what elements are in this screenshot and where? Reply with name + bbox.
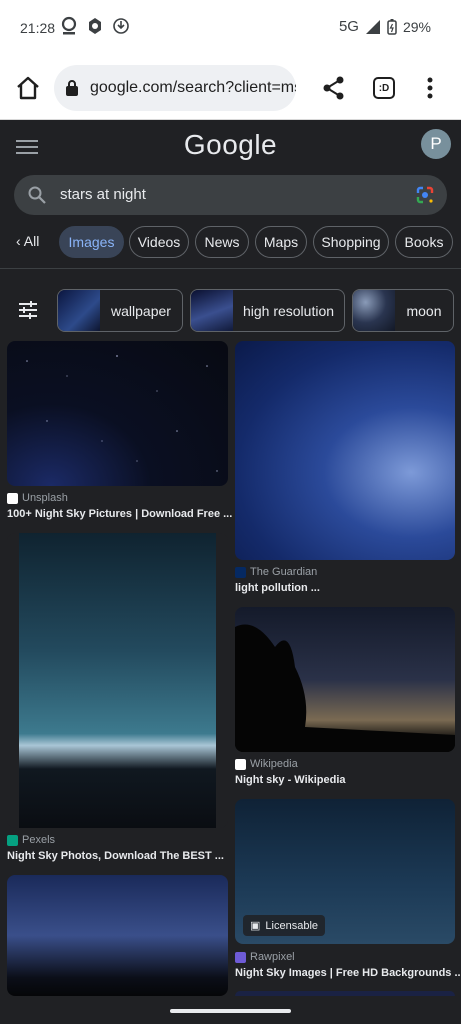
result-source-guardian: The Guardian xyxy=(235,566,317,578)
search-query[interactable]: stars at night xyxy=(60,186,146,203)
search-icon xyxy=(28,186,46,204)
stars-pattern xyxy=(26,355,218,472)
wikipedia-favicon xyxy=(235,758,246,770)
related-label: high resolution xyxy=(242,302,335,319)
result-source-rawpixel: Rawpixel xyxy=(235,951,295,963)
result-title-guardian[interactable]: light pollution ... xyxy=(235,582,320,594)
image-icon: ▣ xyxy=(250,920,261,932)
browser-toolbar: google.com/search?client=ms :D xyxy=(0,56,461,120)
gesture-navigation-bar xyxy=(0,996,461,1024)
brightness-icon xyxy=(89,18,101,34)
related-label: moon xyxy=(406,302,442,319)
unsplash-favicon xyxy=(7,492,18,504)
source-name: Unsplash xyxy=(22,492,68,504)
battery-icon xyxy=(387,18,397,35)
sync-icon xyxy=(113,18,129,34)
moon-thumbnail xyxy=(353,290,395,331)
search-filter-tabs: ‹ All Images Videos News Maps Shopping B… xyxy=(0,224,461,260)
result-title-rawpixel[interactable]: Night Sky Images | Free HD Backgrounds .… xyxy=(235,967,461,979)
chevron-left-icon: ‹ xyxy=(16,233,21,249)
google-logo[interactable]: Google xyxy=(0,129,461,161)
status-time: 21:28 xyxy=(20,20,56,36)
wallpaper-thumbnail xyxy=(58,290,100,331)
network-type: 5G xyxy=(338,18,359,35)
back-to-all-link[interactable]: ‹ All xyxy=(16,233,39,249)
result-image-guardian[interactable] xyxy=(235,341,455,560)
source-name: Pexels xyxy=(22,834,56,846)
related-label: wallpaper xyxy=(111,302,171,319)
result-source-pexels: Pexels xyxy=(7,834,55,846)
result-title-wikipedia[interactable]: Night sky - Wikipedia xyxy=(235,774,346,786)
source-name: The Guardian xyxy=(250,566,318,578)
tab-switcher-button[interactable]: :D xyxy=(373,77,395,99)
source-name: Wikipedia xyxy=(250,758,298,770)
status-system-icons: 5G 29% xyxy=(339,18,431,35)
status-bar: 21:28 5G 29% xyxy=(0,0,461,56)
status-notification-icons xyxy=(60,16,130,36)
licensable-badge[interactable]: ▣ Licensable xyxy=(243,915,325,936)
all-label: All xyxy=(23,233,40,249)
related-search-moon[interactable]: moon xyxy=(352,289,454,332)
licensable-label: Licensable xyxy=(265,919,318,932)
location-pin-icon xyxy=(61,16,77,35)
lock-icon xyxy=(66,80,78,96)
battery-percentage: 29% xyxy=(402,18,431,35)
home-gesture-handle[interactable] xyxy=(170,1009,291,1013)
tune-filter-icon[interactable] xyxy=(18,300,38,320)
result-title-unsplash[interactable]: 100+ Night Sky Pictures | Download Free … xyxy=(7,508,232,520)
source-name: Rawpixel xyxy=(250,951,295,963)
tab-news[interactable]: News xyxy=(195,226,249,258)
google-header: Google P xyxy=(0,121,461,171)
result-title-pexels[interactable]: Night Sky Photos, Download The BEST ... xyxy=(7,850,224,862)
pexels-favicon xyxy=(7,834,18,846)
pexels-photo xyxy=(19,533,216,828)
tab-shopping[interactable]: Shopping xyxy=(313,226,389,258)
home-icon[interactable] xyxy=(14,74,42,102)
header-divider xyxy=(0,268,461,269)
search-box[interactable]: stars at night xyxy=(14,175,447,215)
tab-books[interactable]: Books xyxy=(395,226,453,258)
more-options-icon[interactable] xyxy=(420,74,440,102)
tab-maps[interactable]: Maps xyxy=(255,226,307,258)
address-bar[interactable]: google.com/search?client=ms xyxy=(54,65,296,111)
url-text: google.com/search?client=ms xyxy=(90,79,296,96)
result-image-wikipedia[interactable] xyxy=(235,607,455,752)
rawpixel-favicon xyxy=(235,951,246,963)
result-source-unsplash: Unsplash xyxy=(7,492,68,504)
signal-icon xyxy=(365,19,380,34)
tree-silhouette xyxy=(235,624,455,752)
related-search-wallpaper[interactable]: wallpaper xyxy=(57,289,183,332)
tab-images[interactable]: Images xyxy=(59,226,124,258)
account-avatar[interactable]: P xyxy=(421,129,451,159)
result-source-wikipedia: Wikipedia xyxy=(235,758,298,770)
result-image-unsplash[interactable] xyxy=(7,341,228,486)
google-lens-icon[interactable] xyxy=(415,185,435,205)
guardian-favicon xyxy=(235,566,246,578)
result-image-pexels[interactable] xyxy=(7,533,228,828)
result-image-rawpixel[interactable]: ▣ Licensable xyxy=(235,799,455,944)
tab-videos[interactable]: Videos xyxy=(129,226,189,258)
share-icon[interactable] xyxy=(320,74,348,102)
high-resolution-thumbnail xyxy=(191,290,233,331)
related-search-high-resolution[interactable]: high resolution xyxy=(190,289,345,332)
result-image-trees[interactable] xyxy=(7,875,228,996)
